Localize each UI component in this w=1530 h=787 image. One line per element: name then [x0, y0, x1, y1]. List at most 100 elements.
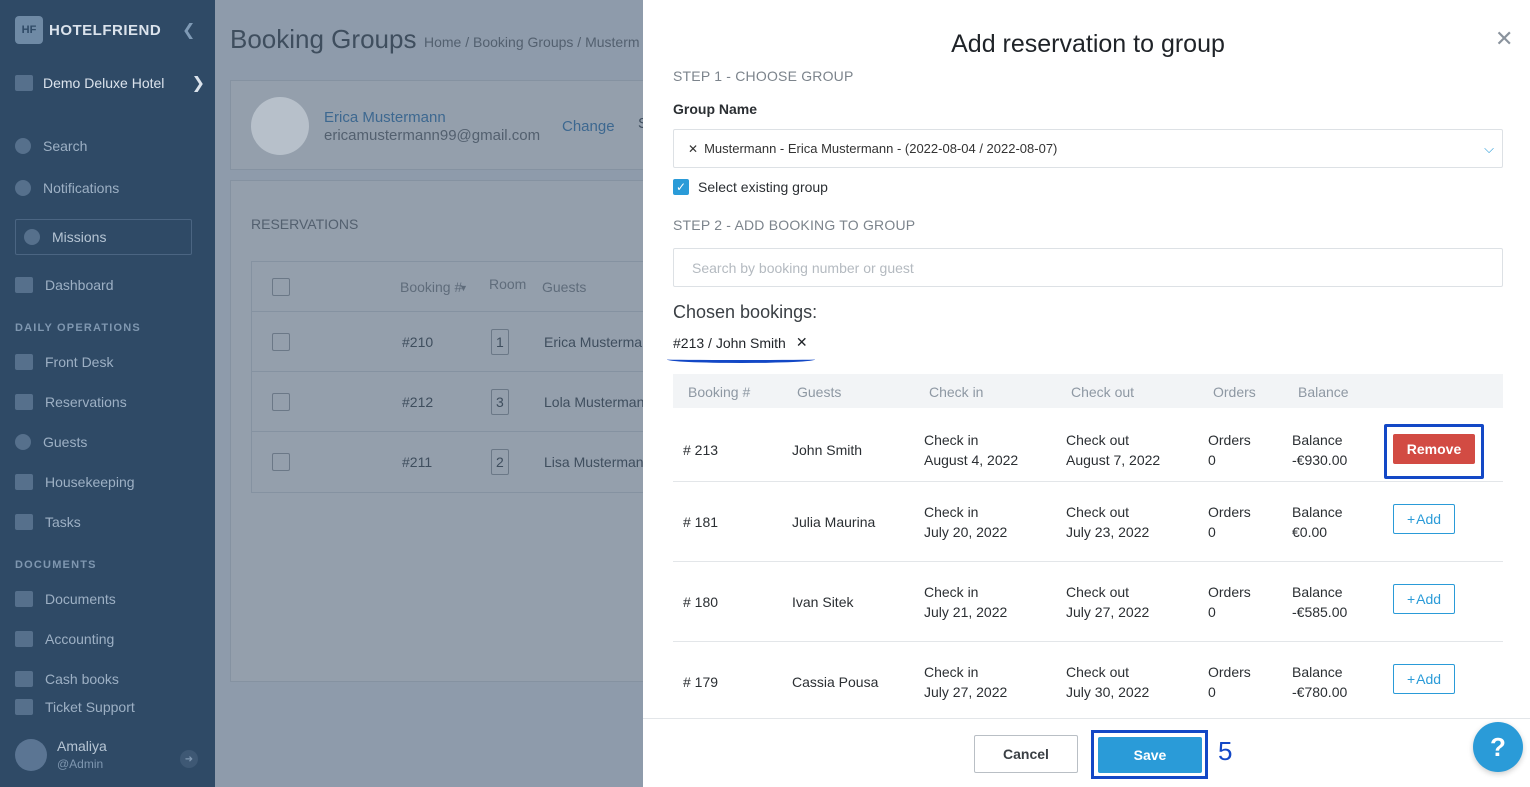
- clear-selection-icon[interactable]: ✕: [688, 142, 698, 156]
- select-existing-checkbox[interactable]: ✓: [673, 179, 689, 195]
- guest-name: Lisa Musterman: [544, 454, 643, 470]
- help-button[interactable]: ?: [1473, 722, 1523, 772]
- table-row: # 181 Julia Maurina Check in July 20, 20…: [673, 482, 1503, 562]
- sidebar-item-label: Search: [43, 138, 88, 154]
- table-row: # 180 Ivan Sitek Check in July 21, 2022 …: [673, 562, 1503, 642]
- room-number: 1: [491, 328, 509, 355]
- sidebar-item-guests[interactable]: Guests: [15, 434, 87, 450]
- room-number: 3: [491, 388, 509, 415]
- section-heading-daily: DAILY OPERATIONS: [15, 322, 141, 334]
- balance-value: €0.00: [1292, 524, 1328, 540]
- booking-number: #210: [402, 333, 434, 350]
- booking-number: # 180: [683, 594, 719, 610]
- avatar: [15, 738, 47, 771]
- close-icon[interactable]: ✕: [1495, 26, 1513, 52]
- col-balance: Balance: [1298, 384, 1349, 400]
- hotel-selector[interactable]: Demo Deluxe Hotel ❯: [15, 73, 205, 93]
- table-row: # 179 Cassia Pousa Check in July 27, 202…: [673, 642, 1503, 718]
- dashboard-icon: [15, 277, 33, 293]
- table-row[interactable]: #212 3 Lola Musterman: [252, 372, 643, 432]
- group-name-select[interactable]: ✕ Mustermann - Erica Mustermann - (2022-…: [673, 129, 1503, 168]
- col-check-out: Check out: [1071, 384, 1135, 400]
- reservations-card: RESERVATIONS Booking # ▼ Room Guests #21…: [230, 180, 643, 682]
- plus-icon: +: [1406, 511, 1416, 527]
- booking-number: #212: [402, 393, 434, 410]
- sidebar-item-notifications[interactable]: Notifications: [15, 180, 119, 196]
- add-button[interactable]: + Add: [1393, 584, 1455, 614]
- booking-number: #211: [402, 454, 433, 470]
- sidebar-item-label: Tasks: [45, 514, 81, 530]
- sidebar-item-accounting[interactable]: Accounting: [15, 631, 114, 647]
- remove-chip-icon[interactable]: ✕: [796, 334, 808, 351]
- modal-footer: Cancel Save 5: [643, 718, 1530, 787]
- guest-name: Julia Maurina: [792, 514, 876, 530]
- save-button[interactable]: Save: [1098, 737, 1202, 773]
- sidebar-item-cash-books[interactable]: Cash books: [15, 671, 119, 687]
- sidebar-item-label: Front Desk: [45, 354, 114, 370]
- booking-search-input[interactable]: [673, 248, 1503, 287]
- owner-name[interactable]: Erica Mustermann: [324, 109, 446, 126]
- group-name-label: Group Name: [673, 101, 758, 117]
- balance-label: Balance: [1292, 432, 1343, 448]
- table-header: Booking # Guests Check in Check out Orde…: [673, 374, 1503, 408]
- sidebar-item-housekeeping[interactable]: Housekeeping: [15, 474, 135, 490]
- sidebar-item-front-desk[interactable]: Front Desk: [15, 354, 113, 370]
- annotation-step-number: 5: [1218, 736, 1233, 766]
- list-icon: [15, 394, 33, 410]
- sidebar-item-tasks[interactable]: Tasks: [15, 514, 81, 530]
- row-checkbox[interactable]: [272, 332, 290, 351]
- check-in-label: Check in: [924, 504, 979, 520]
- table-row[interactable]: #210 1 Erica Musterma: [252, 312, 643, 372]
- check-out-label: Check out: [1066, 664, 1130, 680]
- check-in-label: Check in: [924, 584, 979, 600]
- select-all-checkbox[interactable]: [272, 277, 290, 296]
- orders-count: 0: [1208, 524, 1216, 540]
- check-out-label: Check out: [1066, 432, 1130, 448]
- guest-name: Ivan Sitek: [792, 594, 854, 610]
- table-row[interactable]: #211 2 Lisa Musterman: [252, 432, 643, 492]
- balance-label: Balance: [1292, 664, 1343, 680]
- sidebar-item-missions[interactable]: Missions: [15, 219, 192, 255]
- col-booking[interactable]: Booking #: [400, 279, 462, 295]
- hotel-name: Demo Deluxe Hotel: [43, 75, 165, 91]
- sidebar-item-label: Reservations: [45, 394, 127, 410]
- check-in-date: August 4, 2022: [924, 452, 1019, 468]
- sidebar-item-label: Dashboard: [45, 277, 114, 293]
- orders-count: 0: [1208, 684, 1216, 700]
- cancel-button[interactable]: Cancel: [974, 735, 1078, 773]
- group-selected-value: Mustermann - Erica Mustermann - (2022-08…: [704, 141, 1058, 156]
- sidebar-item-documents[interactable]: Documents: [15, 591, 116, 607]
- check-in-label: Check in: [924, 664, 979, 680]
- sidebar-item-label: Missions: [52, 229, 107, 245]
- sidebar-item-search[interactable]: Search: [15, 138, 87, 154]
- sort-icon[interactable]: ▼: [459, 283, 468, 293]
- reservations-table: Booking # ▼ Room Guests #210 1 Erica Mus…: [251, 261, 643, 493]
- guest-name: Erica Musterma: [544, 333, 643, 350]
- guest-name: John Smith: [792, 442, 863, 458]
- add-button[interactable]: + Add: [1393, 504, 1455, 534]
- change-link[interactable]: Change: [562, 118, 615, 135]
- collapse-sidebar-icon[interactable]: ❮: [182, 20, 195, 40]
- user-profile[interactable]: Amaliya @Admin: [15, 738, 107, 771]
- book-icon: [15, 671, 33, 687]
- logout-icon[interactable]: ➜: [180, 750, 198, 768]
- chip-label: #213 / John Smith: [673, 334, 786, 351]
- brand[interactable]: HF HOTELFRIEND: [15, 16, 161, 44]
- check-out-date: July 23, 2022: [1066, 524, 1150, 540]
- add-button[interactable]: + Add: [1393, 664, 1455, 694]
- user-name: Amaliya: [57, 738, 107, 754]
- breadcrumb[interactable]: Home / Booking Groups / Musterm: [424, 34, 640, 50]
- check-out-date: July 27, 2022: [1066, 604, 1150, 620]
- sidebar-item-dashboard[interactable]: Dashboard: [15, 277, 114, 293]
- bookings-table: Booking # Guests Check in Check out Orde…: [673, 374, 1503, 718]
- select-existing-group[interactable]: ✓ Select existing group: [673, 179, 828, 195]
- sidebar-item-label: Guests: [43, 434, 88, 450]
- section-heading-documents: DOCUMENTS: [15, 559, 97, 571]
- add-reservation-modal: Add reservation to group ✕ STEP 1 - CHOO…: [643, 0, 1530, 787]
- sidebar-item-reservations[interactable]: Reservations: [15, 394, 127, 410]
- row-checkbox[interactable]: [272, 392, 290, 411]
- sidebar-item-ticket-support[interactable]: Ticket Support: [15, 699, 135, 715]
- chevron-down-icon[interactable]: ⌵: [1484, 141, 1494, 157]
- row-checkbox[interactable]: [272, 453, 290, 471]
- balance-value: -€585.00: [1292, 604, 1348, 620]
